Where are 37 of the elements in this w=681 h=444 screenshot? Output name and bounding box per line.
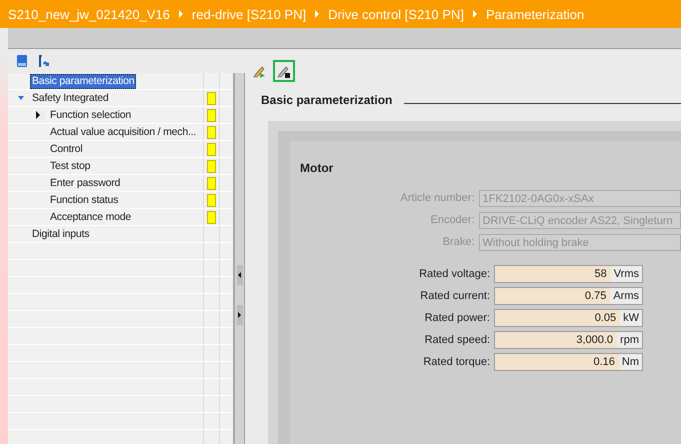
tree-item[interactable]: Function selection xyxy=(48,108,134,122)
tree-item[interactable]: Function status xyxy=(48,192,120,208)
tree-item[interactable]: Enter password xyxy=(48,176,122,190)
pencil-icon xyxy=(277,64,291,78)
field-label: Encoder: xyxy=(429,214,476,226)
tree-item[interactable]: Control xyxy=(48,142,84,156)
value-field[interactable]: 0.75 Arms xyxy=(494,287,643,305)
pencil-stop-button[interactable] xyxy=(273,60,295,82)
field-label: Brake: xyxy=(442,236,476,248)
chevron-icon xyxy=(472,10,477,18)
readonly-field: DRIVE-CLiQ encoder AS22, Singleturn xyxy=(478,212,681,228)
pencil-icon xyxy=(253,64,267,78)
group-title: Motor xyxy=(300,161,334,175)
chevron-icon xyxy=(178,10,183,18)
tree-item[interactable]: Acceptance mode xyxy=(48,210,134,224)
chevron-icon xyxy=(315,10,320,18)
field-label: Rated torque: xyxy=(422,356,491,368)
expand-right-icon[interactable] xyxy=(236,305,242,325)
readonly-field: 1FK2102-0AG0x-xSAx xyxy=(478,190,681,206)
field-label: Rated voltage: xyxy=(418,268,491,280)
readonly-field: Without holding brake xyxy=(478,234,681,250)
tree-item[interactable]: Basic parameterization xyxy=(30,74,136,88)
value-field[interactable]: 0.05 kW xyxy=(494,309,643,327)
value-field[interactable]: 58 Vrms xyxy=(494,265,643,283)
tree-item[interactable]: Actual value acquisition / mech... xyxy=(48,124,198,140)
device-icon[interactable] xyxy=(16,54,28,68)
field-label: Rated speed: xyxy=(424,334,491,346)
tree-item[interactable]: Digital inputs xyxy=(30,226,92,242)
tree-item[interactable]: Safety Integrated xyxy=(30,90,111,106)
field-label: Rated current: xyxy=(419,290,491,302)
value-field[interactable]: 3,000.0 rpm xyxy=(494,331,643,349)
field-label: Article number: xyxy=(400,192,476,204)
value-field[interactable]: 0.16 Nm xyxy=(494,353,643,371)
field-label: Rated power: xyxy=(424,312,491,324)
collapse-left-icon[interactable] xyxy=(236,265,242,285)
section-title: Basic parameterization xyxy=(261,93,392,107)
tree-item[interactable]: Test stop xyxy=(48,158,92,174)
